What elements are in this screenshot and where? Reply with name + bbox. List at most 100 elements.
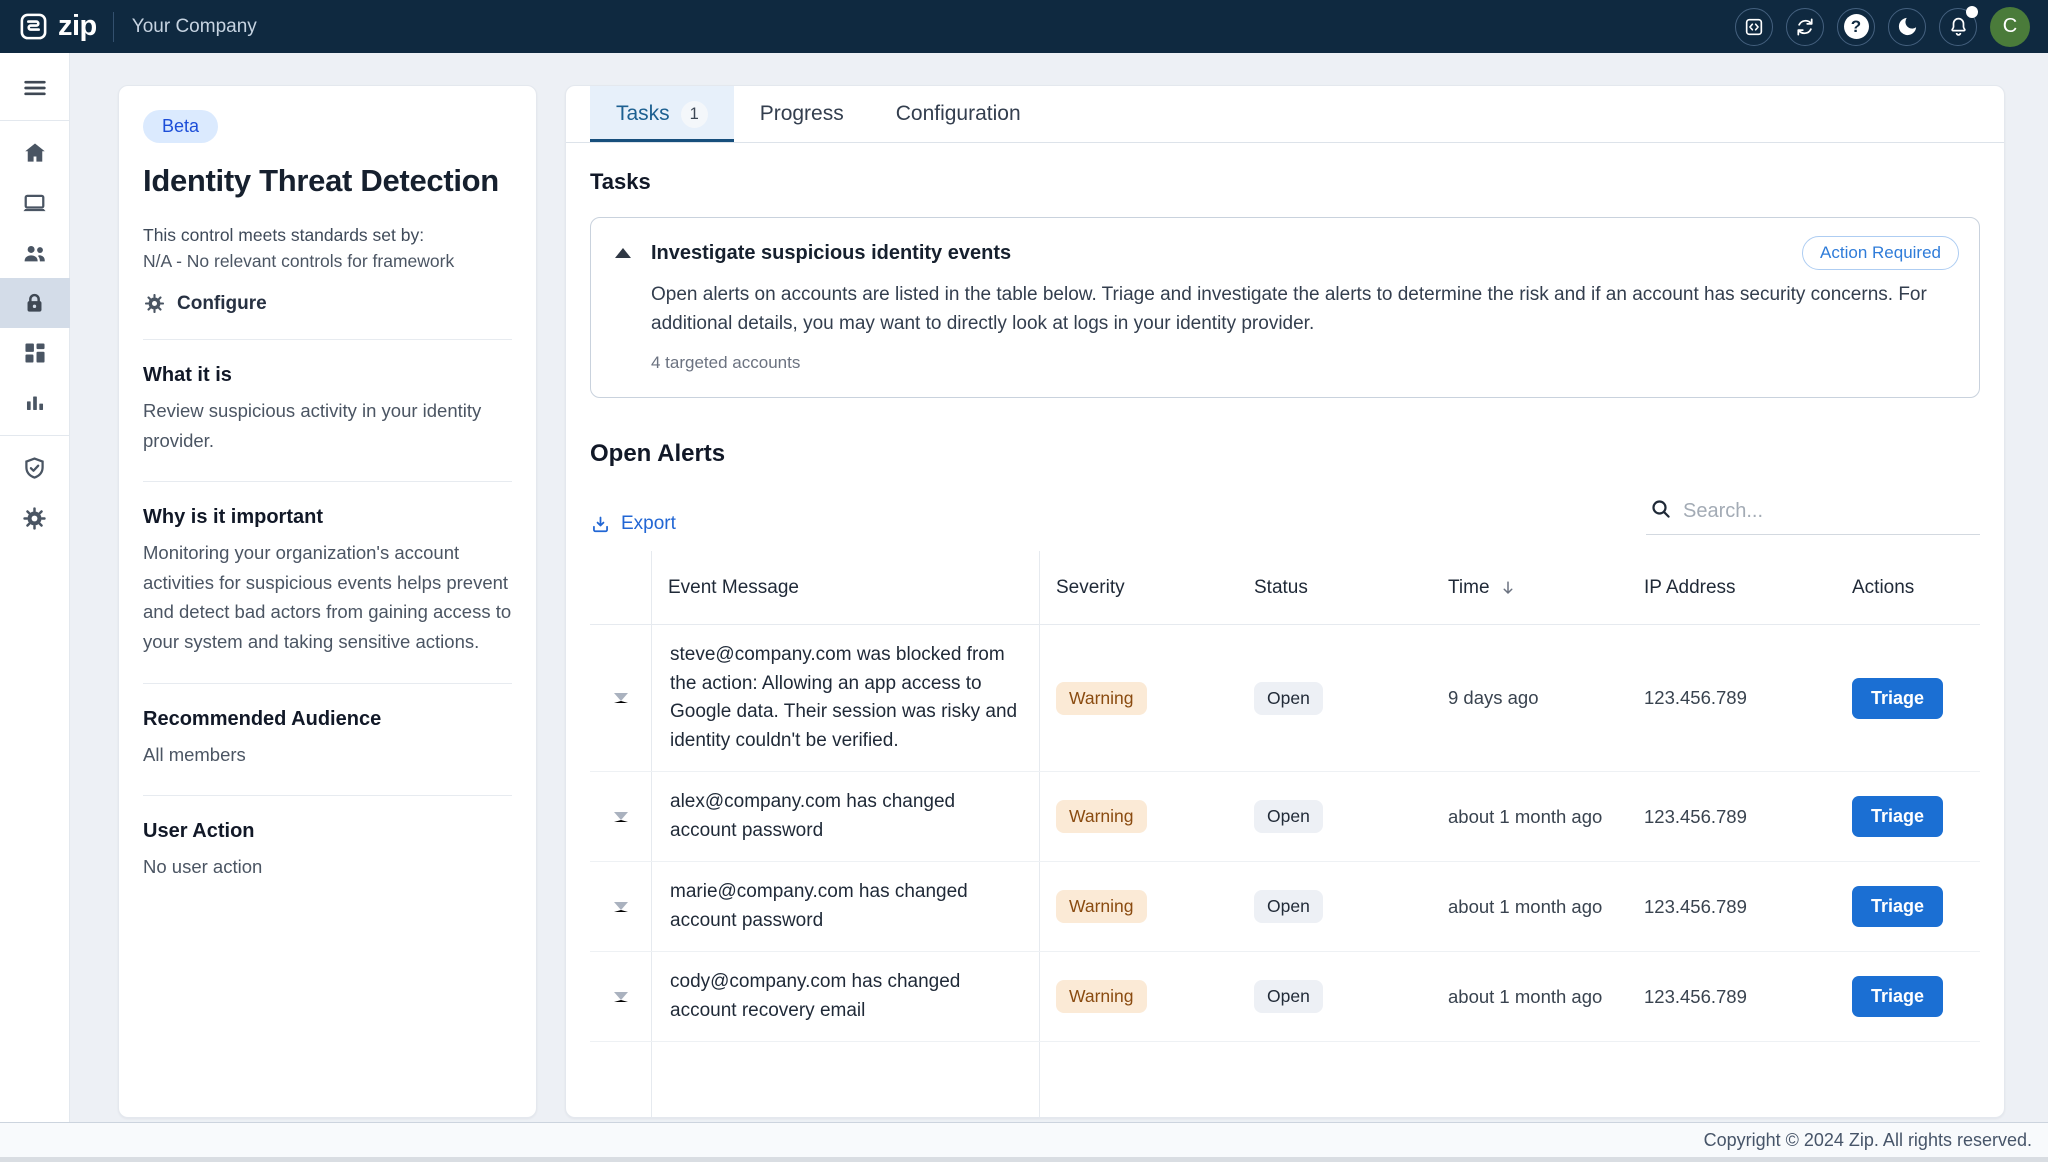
section-body: Monitoring your organization's account a… [143, 538, 512, 656]
table-body: steve@company.com was blocked from the a… [590, 625, 1980, 1042]
action-required-badge: Action Required [1802, 236, 1959, 270]
tab-progress[interactable]: Progress [734, 86, 870, 142]
tab-configuration[interactable]: Configuration [870, 86, 1047, 142]
users-icon [21, 240, 48, 267]
section-heading: Why is it important [143, 506, 512, 529]
expander-column-header [590, 551, 652, 624]
sidebar-item-dashboard[interactable] [0, 328, 70, 378]
gear-icon [21, 505, 48, 532]
table-row: steve@company.com was blocked from the a… [590, 625, 1980, 772]
notification-dot [1966, 6, 1978, 18]
time-value: about 1 month ago [1432, 896, 1628, 918]
brand-logo[interactable]: zip [18, 10, 97, 43]
page-title: Identity Threat Detection [143, 163, 512, 199]
configure-button[interactable]: Configure [143, 292, 512, 315]
dashboard-icon [22, 340, 48, 366]
ip-value: 123.456.789 [1628, 896, 1836, 918]
expand-row-icon[interactable] [614, 693, 628, 703]
control-info-panel: Beta Identity Threat Detection This cont… [118, 85, 537, 1118]
status-badge: Open [1254, 890, 1323, 923]
main-panel: Tasks 1 Progress Configuration Tasks Inv… [565, 85, 2005, 1118]
triage-button[interactable]: Triage [1852, 886, 1943, 927]
event-message: cody@company.com has changed account rec… [670, 968, 1021, 1025]
status-badge: Open [1254, 980, 1323, 1013]
moon-icon [1896, 15, 1919, 38]
event-message: marie@company.com has changed account pa… [670, 878, 1021, 935]
triage-button[interactable]: Triage [1852, 796, 1943, 837]
notifications-button[interactable] [1939, 8, 1977, 46]
help-button[interactable]: ? [1837, 8, 1875, 46]
triage-button[interactable]: Triage [1852, 678, 1943, 719]
column-header-time-label: Time [1448, 577, 1490, 599]
refresh-icon [1794, 16, 1816, 38]
sidebar-item-people[interactable] [0, 228, 70, 278]
tab-tasks[interactable]: Tasks 1 [590, 86, 734, 142]
column-header-severity[interactable]: Severity [1040, 577, 1238, 599]
configure-label: Configure [177, 293, 267, 315]
status-badge: Open [1254, 800, 1323, 833]
beta-badge: Beta [143, 110, 218, 143]
search-input[interactable] [1646, 494, 1980, 535]
sidebar-item-compliance[interactable] [0, 443, 70, 493]
table-row: alex@company.com has changed account pas… [590, 772, 1980, 862]
task-title: Investigate suspicious identity events [651, 242, 1931, 265]
lock-icon [21, 290, 48, 317]
bottom-edge [0, 1157, 2048, 1162]
standards-value: N/A - No relevant controls for framework [143, 251, 512, 272]
info-section-what-it-is: What it is Review suspicious activity in… [143, 364, 512, 455]
bell-icon [1947, 15, 1970, 38]
app-switcher-icon [1743, 16, 1765, 38]
app-switcher-button[interactable] [1735, 8, 1773, 46]
severity-badge: Warning [1056, 890, 1147, 923]
export-button[interactable]: Export [590, 513, 676, 535]
tab-label: Configuration [896, 102, 1021, 126]
ip-value: 123.456.789 [1628, 806, 1836, 828]
alerts-toolbar: Export [590, 494, 1980, 535]
expand-row-icon[interactable] [614, 812, 628, 822]
sidebar-toggle-button[interactable] [0, 63, 70, 113]
footer: Copyright © 2024 Zip. All rights reserve… [0, 1122, 2048, 1157]
expand-row-icon[interactable] [614, 902, 628, 912]
info-section-user-action: User Action No user action [143, 820, 512, 882]
laptop-icon [21, 190, 48, 217]
sidebar-item-devices[interactable] [0, 178, 70, 228]
section-body: No user action [143, 852, 512, 882]
table-empty-area [590, 1042, 1980, 1117]
dark-mode-button[interactable] [1888, 8, 1926, 46]
refresh-button[interactable] [1786, 8, 1824, 46]
time-value: 9 days ago [1432, 687, 1628, 709]
zip-logo-icon [18, 11, 49, 42]
sidebar-item-home[interactable] [0, 128, 70, 178]
sidebar-item-reports[interactable] [0, 378, 70, 428]
column-header-time[interactable]: Time [1432, 577, 1628, 599]
section-body: All members [143, 740, 512, 770]
status-badge: Open [1254, 682, 1323, 715]
shield-check-icon [21, 455, 48, 482]
user-avatar[interactable]: C [1990, 7, 2030, 47]
tab-content: Tasks Investigate suspicious identity ev… [566, 143, 2004, 1117]
tasks-section-heading: Tasks [590, 169, 1980, 195]
task-meta: 4 targeted accounts [651, 353, 1931, 373]
sort-desc-icon [1498, 578, 1518, 598]
divider [143, 795, 512, 796]
column-header-ip[interactable]: IP Address [1628, 577, 1836, 599]
severity-badge: Warning [1056, 980, 1147, 1013]
topbar: zip Your Company ? [0, 0, 2048, 53]
rail-divider [0, 435, 70, 436]
company-name: Your Company [132, 16, 257, 38]
collapse-task-icon[interactable] [615, 248, 631, 258]
sidebar-item-security-active[interactable] [0, 278, 70, 328]
tab-label: Progress [760, 102, 844, 126]
expand-row-icon[interactable] [614, 992, 628, 1002]
column-header-status[interactable]: Status [1238, 577, 1432, 599]
task-card: Investigate suspicious identity events O… [590, 217, 1980, 398]
bar-chart-icon [22, 390, 48, 416]
info-section-audience: Recommended Audience All members [143, 708, 512, 770]
ip-value: 123.456.789 [1628, 687, 1836, 709]
column-header-actions[interactable]: Actions [1836, 577, 1980, 599]
event-message: alex@company.com has changed account pas… [670, 788, 1021, 845]
severity-badge: Warning [1056, 800, 1147, 833]
sidebar-item-settings[interactable] [0, 493, 70, 543]
triage-button[interactable]: Triage [1852, 976, 1943, 1017]
column-header-event-message[interactable]: Event Message [652, 551, 1040, 624]
